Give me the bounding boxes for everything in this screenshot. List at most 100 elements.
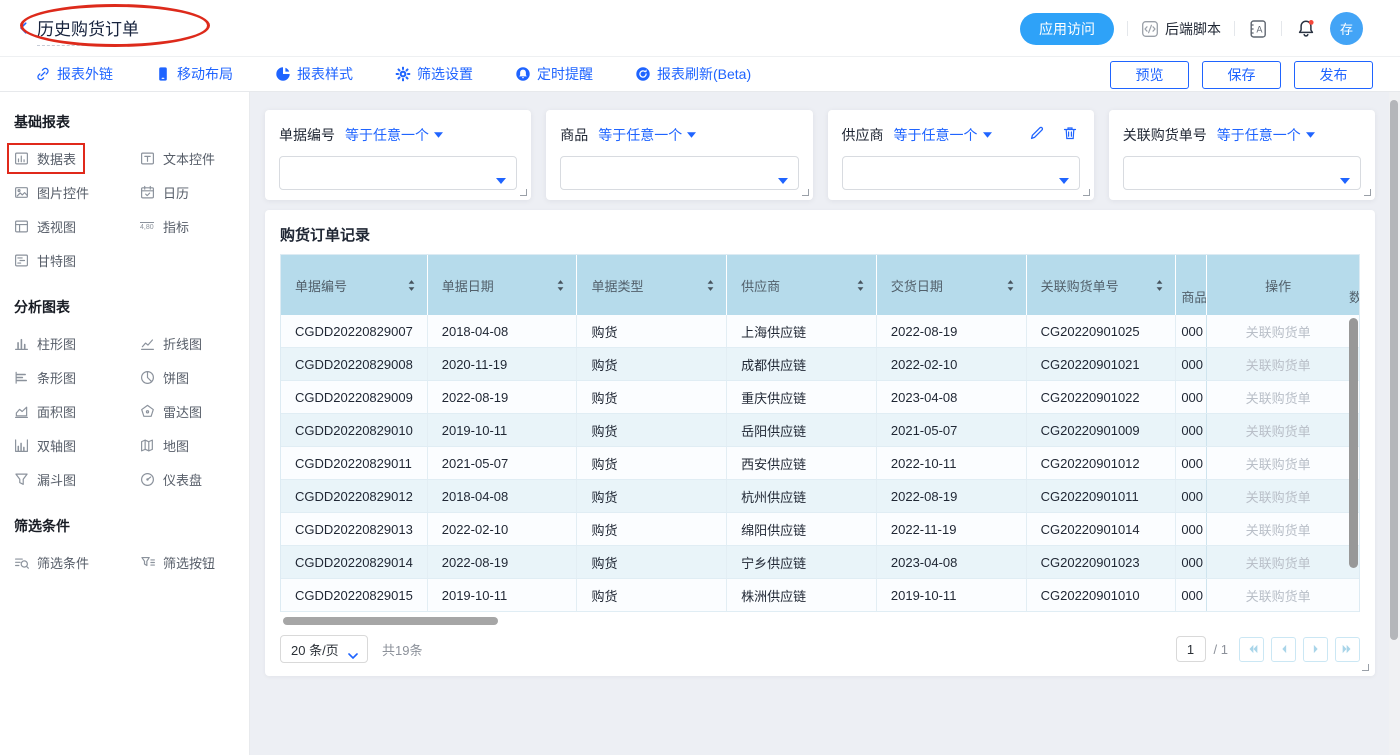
related-order-action-button[interactable]: 关联购货单 bbox=[1207, 348, 1349, 380]
bar-chart-icon bbox=[14, 336, 29, 351]
sort-icon[interactable] bbox=[1006, 279, 1015, 292]
filter-operator-dropdown[interactable]: 等于任意一个 bbox=[1217, 125, 1315, 145]
filter-card-0[interactable]: 单据编号 等于任意一个 bbox=[265, 110, 531, 200]
save-button[interactable]: 保存 bbox=[1202, 61, 1281, 89]
notification-bell-icon[interactable] bbox=[1295, 18, 1317, 40]
sidebar-item-calendar[interactable]: 日历 bbox=[140, 183, 189, 202]
sidebar-item-image-widget[interactable]: 图片控件 bbox=[14, 183, 89, 202]
related-order-action-button[interactable]: 关联购货单 bbox=[1207, 480, 1349, 512]
sidebar-item-area-chart[interactable]: 面积图 bbox=[14, 402, 76, 421]
resize-handle[interactable] bbox=[520, 189, 527, 196]
current-page-input[interactable]: 1 bbox=[1176, 636, 1206, 662]
back-icon[interactable] bbox=[17, 20, 31, 36]
tab-report-link[interactable]: 报表外链 bbox=[35, 64, 113, 84]
pagination-bar: 20 条/页 共19条 1 / 1 bbox=[280, 634, 1360, 664]
filter-card-3[interactable]: 关联购货单号 等于任意一个 bbox=[1109, 110, 1375, 200]
sort-icon[interactable] bbox=[1155, 279, 1164, 292]
column-header-product-clipped[interactable]: 商品 bbox=[1176, 255, 1207, 315]
tab-label: 报表样式 bbox=[297, 64, 353, 84]
table-vertical-scrollbar[interactable] bbox=[1349, 318, 1358, 568]
resize-handle[interactable] bbox=[1362, 664, 1369, 671]
sidebar-item-data-table[interactable]: 数据表 bbox=[14, 149, 76, 168]
user-avatar[interactable]: 存 bbox=[1330, 12, 1363, 45]
first-page-button[interactable] bbox=[1239, 637, 1264, 662]
related-order-action-button[interactable]: 关联购货单 bbox=[1207, 414, 1349, 446]
calendar-icon bbox=[140, 185, 155, 200]
column-header-related-no[interactable]: 关联购货单号 bbox=[1027, 255, 1177, 315]
column-header-order-type[interactable]: 单据类型 bbox=[577, 255, 727, 315]
sort-icon[interactable] bbox=[706, 279, 715, 292]
sort-icon[interactable] bbox=[407, 279, 416, 292]
resize-handle[interactable] bbox=[1083, 189, 1090, 196]
preview-button[interactable]: 预览 bbox=[1110, 61, 1189, 89]
page-size-select[interactable]: 20 条/页 bbox=[280, 635, 368, 663]
table-row-0: CGDD20220829007 2018-04-08 购货 上海供应链 2022… bbox=[281, 315, 1359, 348]
sidebar-item-pivot[interactable]: 透视图 bbox=[14, 217, 76, 236]
sidebar-item-filter-button[interactable]: 筛选按钮 bbox=[140, 553, 215, 572]
sidebar-item-indicator[interactable]: 4,80 指标 bbox=[140, 217, 189, 236]
sidebar-item-radar-chart[interactable]: 雷达图 bbox=[140, 402, 202, 421]
divider bbox=[1281, 21, 1282, 36]
related-order-action-button[interactable]: 关联购货单 bbox=[1207, 447, 1349, 479]
filter-card-1[interactable]: 商品 等于任意一个 bbox=[546, 110, 812, 200]
filter-operator-dropdown[interactable]: 等于任意一个 bbox=[894, 125, 992, 145]
tab-timed-reminder[interactable]: 定时提醒 bbox=[515, 64, 593, 84]
sort-icon[interactable] bbox=[556, 279, 565, 292]
table-horizontal-scrollbar[interactable] bbox=[283, 617, 498, 625]
publish-button[interactable]: 发布 bbox=[1294, 61, 1373, 89]
sort-icon[interactable] bbox=[856, 279, 865, 292]
tab-report-style[interactable]: 报表样式 bbox=[275, 64, 353, 84]
table-row-2: CGDD20220829009 2022-08-19 购货 重庆供应链 2023… bbox=[281, 381, 1359, 414]
last-page-button[interactable] bbox=[1335, 637, 1360, 662]
sidebar-item-text-widget[interactable]: 文本控件 bbox=[140, 149, 215, 168]
sidebar-item-dual-axis[interactable]: 双轴图 bbox=[14, 436, 76, 455]
filter-card-2[interactable]: 供应商 等于任意一个 bbox=[828, 110, 1094, 200]
tab-mobile-layout[interactable]: 移动布局 bbox=[155, 64, 233, 84]
sidebar-item-label: 图片控件 bbox=[37, 183, 89, 202]
sidebar-item-bar-chart[interactable]: 柱形图 bbox=[14, 334, 76, 353]
sidebar-item-gauge[interactable]: 仪表盘 bbox=[140, 470, 202, 489]
filter-value-select[interactable] bbox=[279, 156, 517, 190]
related-order-action-button[interactable]: 关联购货单 bbox=[1207, 579, 1349, 611]
column-header-order-date[interactable]: 单据日期 bbox=[428, 255, 578, 315]
filter-operator-dropdown[interactable]: 等于任意一个 bbox=[345, 125, 443, 145]
sidebar-item-funnel[interactable]: 漏斗图 bbox=[14, 470, 76, 489]
next-page-button[interactable] bbox=[1303, 637, 1328, 662]
divider bbox=[1234, 21, 1235, 36]
sidebar-item-map[interactable]: 地图 bbox=[140, 436, 189, 455]
related-order-action-button[interactable]: 关联购货单 bbox=[1207, 381, 1349, 413]
sidebar-item-pie-chart[interactable]: 饼图 bbox=[140, 368, 189, 387]
app-access-button[interactable]: 应用访问 bbox=[1020, 13, 1114, 45]
tab-report-refresh[interactable]: 报表刷新(Beta) bbox=[635, 64, 751, 84]
filter-operator-label: 等于任意一个 bbox=[598, 125, 682, 145]
cell-order-date: 2021-05-07 bbox=[428, 447, 578, 479]
prev-page-button[interactable] bbox=[1271, 637, 1296, 662]
related-order-action-button[interactable]: 关联购货单 bbox=[1207, 513, 1349, 545]
api-doc-icon[interactable]: A bbox=[1248, 19, 1268, 39]
resize-handle[interactable] bbox=[1364, 189, 1371, 196]
tab-filter-settings[interactable]: 筛选设置 bbox=[395, 64, 473, 84]
filter-operator-dropdown[interactable]: 等于任意一个 bbox=[598, 125, 696, 145]
cell-order-no: CGDD20220829007 bbox=[281, 315, 428, 347]
cell-order-no: CGDD20220829010 bbox=[281, 414, 428, 446]
related-order-action-button[interactable]: 关联购货单 bbox=[1207, 315, 1349, 347]
related-order-action-button[interactable]: 关联购货单 bbox=[1207, 546, 1349, 578]
sidebar-item-line-chart[interactable]: 折线图 bbox=[140, 334, 202, 353]
sidebar-item-filter-condition[interactable]: 筛选条件 bbox=[14, 553, 89, 572]
filter-value-select[interactable] bbox=[560, 156, 798, 190]
trash-icon[interactable] bbox=[1062, 125, 1078, 141]
column-header-delivery-date[interactable]: 交货日期 bbox=[877, 255, 1027, 315]
resize-handle[interactable] bbox=[802, 189, 809, 196]
page-title[interactable]: 历史购货订单 bbox=[37, 15, 139, 46]
column-header-order-no[interactable]: 单据编号 bbox=[281, 255, 428, 315]
filter-value-select[interactable] bbox=[1123, 156, 1361, 190]
sidebar-item-gantt[interactable]: 甘特图 bbox=[14, 251, 76, 270]
filter-value-select[interactable] bbox=[842, 156, 1080, 190]
sidebar-item-hbar-chart[interactable]: 条形图 bbox=[14, 368, 76, 387]
column-header-supplier[interactable]: 供应商 bbox=[727, 255, 877, 315]
table-header-row: 单据编号 单据日期 单据类型 供应商 交货日期 关联购货单号 商品 操作 数 bbox=[281, 255, 1359, 315]
timed-reminder-icon bbox=[515, 66, 531, 82]
edit-pencil-icon[interactable] bbox=[1029, 125, 1045, 141]
page-scrollbar[interactable] bbox=[1390, 100, 1398, 640]
backend-script-button[interactable]: 后端脚本 bbox=[1141, 19, 1221, 39]
